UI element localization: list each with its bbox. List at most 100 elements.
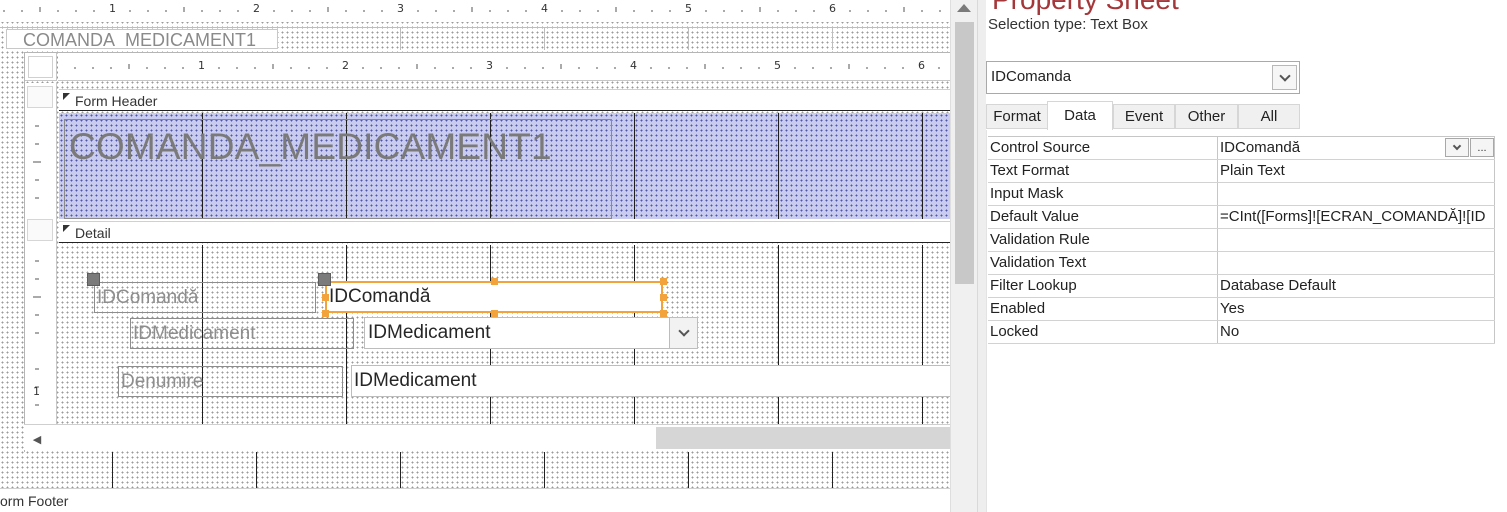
denumire-label-text: Denumire: [121, 371, 204, 392]
detail-bar[interactable]: Detail: [59, 221, 950, 243]
denumire-textbox-text: IDMedicament: [354, 370, 477, 391]
form-selector-inner: [28, 56, 53, 78]
inner-ruler-number-4: 4: [630, 59, 637, 72]
outer-grid-line: [832, 28, 833, 50]
vertical-ruler-number: 1: [33, 385, 40, 398]
property-row-filter-lookup[interactable]: Filter Lookup Database Default: [988, 275, 1495, 298]
outer-grid-line: [0, 27, 950, 28]
property-row-input-mask[interactable]: Input Mask: [988, 183, 1495, 206]
scroll-left-icon[interactable]: ◀: [28, 431, 46, 447]
outer-grid-line: [112, 452, 113, 488]
property-value[interactable]: No: [1219, 321, 1495, 343]
property-name: Control Source: [988, 137, 1218, 159]
property-sheet-edge: [986, 130, 987, 512]
property-value[interactable]: [1219, 229, 1495, 251]
ruler-number-6: 6: [829, 2, 836, 15]
idcomanda-label[interactable]: IDComandă: [94, 282, 316, 313]
horizontal-scrollbar[interactable]: ◀: [24, 424, 950, 450]
property-row-validation-rule[interactable]: Validation Rule: [988, 229, 1495, 252]
property-row-default-value[interactable]: Default Value =CInt([Forms]![ECRAN_COMAN…: [988, 206, 1495, 229]
resize-handle-bottom-middle[interactable]: [491, 310, 498, 317]
object-selector-button[interactable]: [1272, 65, 1297, 90]
inner-ruler-number-6: 6: [918, 59, 925, 72]
resize-handle-middle-left[interactable]: [322, 294, 329, 301]
grid-line: [922, 245, 923, 425]
property-value[interactable]: [1219, 252, 1495, 274]
tab-data[interactable]: Data: [1047, 101, 1113, 130]
outer-subform-caption[interactable]: COMANDA_MEDICAMENT1: [6, 29, 278, 49]
scroll-up-icon[interactable]: [957, 4, 971, 12]
property-value[interactable]: Database Default: [1219, 275, 1495, 297]
header-title-label[interactable]: COMANDA_MEDICAMENT1: [64, 119, 612, 219]
ruler-number-3: 3: [397, 2, 404, 15]
form-selector[interactable]: [25, 53, 57, 81]
textbox-move-handle[interactable]: [318, 273, 331, 286]
property-name: Filter Lookup: [988, 275, 1218, 297]
property-row-enabled[interactable]: Enabled Yes: [988, 298, 1495, 321]
property-value[interactable]: [1219, 183, 1495, 205]
subform-control[interactable]: 1 2 3 4 5 6 1 Form Header COMANDA_MEDICA…: [24, 52, 950, 452]
form-header-section[interactable]: COMANDA_MEDICAMENT1: [59, 113, 950, 219]
property-row-locked[interactable]: Locked No: [988, 321, 1495, 344]
form-design-surface[interactable]: 1 2 3 4 5 6 COMANDA_MEDICAMENT1 1 2 3 4 …: [0, 0, 950, 512]
form-footer-bar[interactable]: orm Footer: [0, 488, 950, 512]
pane-splitter[interactable]: [977, 0, 986, 512]
inner-ruler-ticks: [74, 64, 940, 69]
property-name: Validation Rule: [988, 229, 1218, 251]
grid-line: [778, 245, 779, 425]
chevron-down-icon: [1452, 141, 1462, 150]
combobox-dropdown-button[interactable]: [669, 318, 697, 348]
tab-format[interactable]: Format: [986, 104, 1048, 129]
ruler-number-2: 2: [253, 2, 260, 15]
tab-event[interactable]: Event: [1113, 104, 1175, 129]
outer-grid-line: [400, 452, 401, 488]
vertical-scrollbar-thumb[interactable]: [955, 22, 974, 284]
property-value[interactable]: Yes: [1219, 298, 1495, 320]
horizontal-scrollbar-thumb[interactable]: [656, 427, 950, 449]
property-row-validation-text[interactable]: Validation Text: [988, 252, 1495, 275]
resize-handle-bottom-right[interactable]: [660, 310, 667, 317]
detail-section[interactable]: IDComandă IDComandă IDMedicament IDMedic…: [59, 245, 950, 425]
selection-type-text: Selection type: Text Box: [988, 16, 1148, 33]
denumire-label[interactable]: Denumire: [118, 366, 343, 397]
outer-horizontal-ruler: 1 2 3 4 5 6: [0, 0, 950, 22]
property-grid: Control Source IDComandă ... Text Format…: [988, 136, 1495, 344]
outer-grid-line: [832, 452, 833, 488]
grid-line: [634, 113, 635, 219]
property-name: Enabled: [988, 298, 1218, 320]
object-selector-value: IDComanda: [991, 68, 1072, 85]
control-source-dropdown-button[interactable]: [1445, 138, 1469, 157]
resize-handle-bottom-left[interactable]: [322, 310, 329, 317]
inner-ruler-number-5: 5: [774, 59, 781, 72]
chevron-down-icon: [677, 325, 690, 337]
resize-handle-middle-right[interactable]: [660, 294, 667, 301]
build-button[interactable]: ...: [1470, 138, 1494, 157]
vertical-ruler: 1: [25, 83, 57, 425]
tab-other[interactable]: Other: [1175, 104, 1238, 129]
object-selector-dropdown[interactable]: IDComanda: [986, 61, 1300, 94]
denumire-textbox[interactable]: IDMedicament: [351, 365, 950, 397]
label-move-handle[interactable]: [87, 273, 100, 286]
vertical-ruler-ticks: [33, 125, 41, 406]
property-row-control-source[interactable]: Control Source IDComandă ...: [988, 137, 1495, 160]
access-form-design-window: 1 2 3 4 5 6 COMANDA_MEDICAMENT1 1 2 3 4 …: [0, 0, 1507, 512]
tab-all[interactable]: All: [1238, 104, 1300, 129]
idmedicament-label[interactable]: IDMedicament: [130, 318, 354, 349]
form-footer-label: orm Footer: [0, 493, 69, 509]
property-name: Validation Text: [988, 252, 1218, 274]
idcomanda-textbox[interactable]: IDComandă: [325, 281, 663, 313]
vertical-scrollbar[interactable]: [950, 0, 977, 512]
form-header-bar[interactable]: Form Header: [59, 89, 950, 111]
idmedicament-label-text: IDMedicament: [133, 323, 256, 344]
property-value[interactable]: Plain Text: [1219, 160, 1495, 182]
idcomanda-label-text: IDComandă: [97, 287, 199, 308]
idmedicament-combobox[interactable]: IDMedicament: [364, 317, 698, 349]
detail-label: Detail: [75, 225, 111, 241]
outer-ruler-ticks: [3, 7, 941, 12]
resize-handle-top-right[interactable]: [660, 278, 667, 285]
property-row-text-format[interactable]: Text Format Plain Text: [988, 160, 1495, 183]
resize-handle-top-middle[interactable]: [491, 278, 498, 285]
inner-horizontal-ruler: 1 2 3 4 5 6: [58, 53, 950, 81]
ruler-number-5: 5: [685, 2, 692, 15]
property-value[interactable]: =CInt([Forms]![ECRAN_COMANDĂ]![ID: [1219, 206, 1495, 228]
